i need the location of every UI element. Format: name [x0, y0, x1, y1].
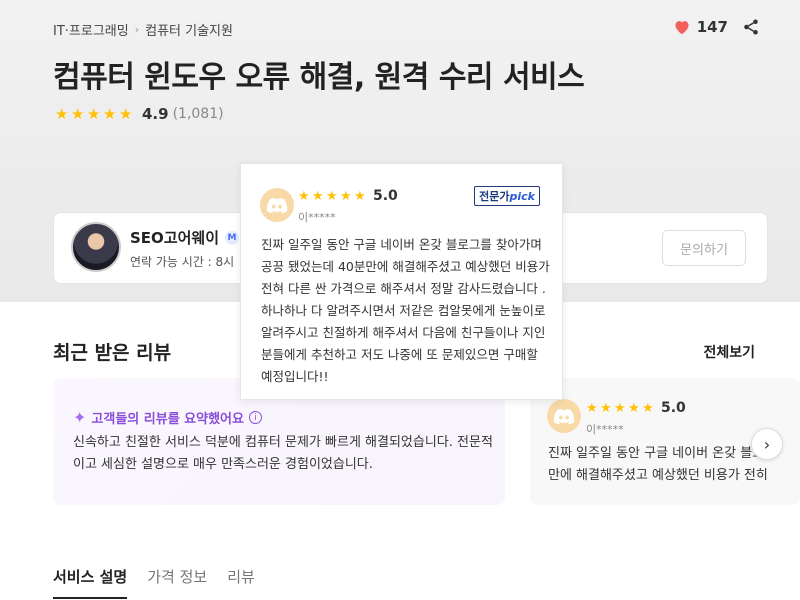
- seller-avatar[interactable]: [71, 222, 121, 272]
- popup-score: 5.0: [373, 188, 398, 204]
- review-score: 5.0: [661, 400, 686, 416]
- breadcrumb: IT·프로그래밍 › 컴퓨터 기술지원: [53, 20, 233, 39]
- star-icon: ★: [586, 400, 598, 416]
- chevron-right-icon: ›: [763, 434, 771, 454]
- star-icon: ★: [298, 188, 310, 204]
- star-icon: ★: [642, 400, 654, 416]
- star-icon: ★: [119, 104, 133, 123]
- rating-score: 4.9: [142, 105, 169, 123]
- review-popup: ★ ★ ★ ★ ★ 5.0 이***** 전문가 pick 진짜 일주일 동안 구…: [240, 163, 563, 400]
- service-tabs: 서비스 설명 가격 정보 리뷰: [53, 566, 255, 599]
- recent-reviews-title: 최근 받은 리뷰: [53, 342, 172, 364]
- popup-rating: ★ ★ ★ ★ ★ 5.0: [298, 188, 398, 204]
- star-icon: ★: [71, 104, 85, 123]
- carousel-next-button[interactable]: ›: [751, 428, 783, 460]
- breadcrumb-item-it[interactable]: IT·프로그래밍: [53, 20, 129, 39]
- summary-heading: 고객들의 리뷰를 요약했어요: [91, 412, 244, 427]
- review-rating: ★ ★ ★ ★ ★ 5.0: [586, 400, 686, 416]
- star-icon: ★: [628, 400, 640, 416]
- like-count: 147: [696, 18, 728, 36]
- tab-service-description[interactable]: 서비스 설명: [53, 566, 128, 599]
- sparkle-icon: ✦: [73, 408, 87, 427]
- seller-name-row: SEO고어웨이 M: [130, 227, 240, 248]
- breadcrumb-item-tech-support[interactable]: 컴퓨터 기술지원: [145, 20, 233, 39]
- chevron-right-icon: ›: [134, 23, 140, 36]
- like-button[interactable]: 147: [673, 18, 728, 36]
- star-icon: ★: [354, 188, 366, 204]
- rating-stars: ★ ★ ★ ★ ★: [298, 189, 367, 204]
- star-icon: ★: [87, 104, 101, 123]
- info-icon[interactable]: i: [248, 411, 262, 424]
- summary-text: 신속하고 친절한 서비스 덕분에 컴퓨터 문제가 빠르게 해결되었습니다. 전문…: [73, 435, 493, 472]
- star-icon: ★: [614, 400, 626, 416]
- popup-review-text: 진짜 일주일 동안 구글 네이버 온갖 블로그를 찾아가며 공끙 됐었는데 40…: [261, 237, 550, 384]
- tab-reviews[interactable]: 리뷰: [227, 566, 255, 599]
- discord-avatar-icon: [260, 188, 294, 222]
- tab-price-info[interactable]: 가격 정보: [147, 566, 207, 599]
- rating-count[interactable]: (1,081): [173, 106, 224, 122]
- heart-icon: [675, 21, 689, 35]
- star-icon: ★: [103, 104, 117, 123]
- rating-summary: ★ ★ ★ ★ ★ 4.9 (1,081): [55, 105, 224, 123]
- contact-hours: 연락 가능 시간 : 8시: [130, 255, 235, 269]
- share-icon[interactable]: [742, 18, 760, 36]
- badge-pick: pick: [509, 189, 535, 203]
- master-badge-icon: M: [225, 230, 240, 245]
- star-icon: ★: [312, 188, 324, 204]
- discord-avatar-icon: [547, 399, 581, 433]
- rating-stars: ★ ★ ★ ★ ★: [55, 104, 134, 123]
- popup-user: 이*****: [298, 211, 336, 224]
- review-text-line: 만에 해결해주셨고 예상했던 비용가 전히: [548, 468, 768, 483]
- seller-name[interactable]: SEO고어웨이: [130, 227, 219, 248]
- page-title: 컴퓨터 윈도우 오류 해결, 원격 수리 서비스: [53, 60, 585, 95]
- rating-stars: ★ ★ ★ ★ ★: [586, 401, 655, 416]
- star-icon: ★: [600, 400, 612, 416]
- summary-heading-row: ✦ 고객들의 리뷰를 요약했어요 i: [73, 408, 262, 427]
- inquiry-button[interactable]: 문의하기: [662, 230, 746, 266]
- star-icon: ★: [326, 188, 338, 204]
- expert-pick-badge: 전문가 pick: [474, 186, 540, 206]
- badge-prefix: 전문가: [479, 190, 510, 203]
- star-icon: ★: [340, 188, 352, 204]
- review-user: 이*****: [586, 423, 624, 436]
- star-icon: ★: [55, 104, 69, 123]
- view-all-link[interactable]: 전체보기: [703, 342, 755, 362]
- header-actions: 147: [673, 18, 760, 36]
